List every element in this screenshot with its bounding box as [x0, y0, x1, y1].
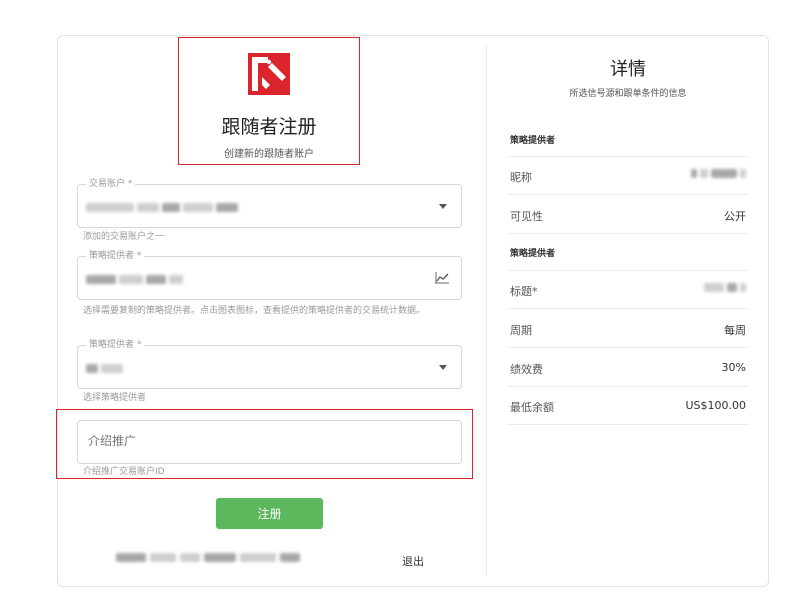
highlight-box-referral: [56, 409, 473, 479]
chevron-down-icon[interactable]: [439, 204, 447, 209]
section-label-provider-2: 策略提供者: [510, 249, 556, 259]
logout-link[interactable]: 退出: [402, 553, 424, 569]
section-label-provider: 策略提供者: [510, 136, 556, 146]
row-label: 昵称: [510, 171, 532, 184]
detail-row-performance-fee: 绩效费 30%: [508, 349, 748, 387]
strategy-provider-select-value: [86, 361, 123, 375]
row-value: 30%: [721, 361, 746, 374]
strategy-provider-select-label: 策略提供者 *: [86, 339, 145, 351]
account-info: [116, 553, 300, 562]
trading-account-label: 交易账户 *: [86, 178, 136, 190]
strategy-provider-value: [86, 272, 183, 286]
details-title: 详情: [610, 59, 646, 80]
detail-row-period: 周期 每周: [508, 310, 748, 348]
strategy-provider-label: 策略提供者 *: [86, 250, 145, 262]
detail-row-nickname: 昵称: [508, 157, 748, 195]
detail-row-visibility: 可见性 公开: [508, 196, 748, 234]
row-value: 公开: [724, 210, 746, 223]
detail-row-title: 标题*: [508, 271, 748, 309]
row-value-title: [704, 283, 746, 292]
row-value: 每周: [724, 324, 746, 337]
register-button[interactable]: 注册: [216, 498, 323, 529]
row-label: 标题*: [510, 285, 538, 298]
panel-divider: [486, 45, 487, 575]
strategy-provider-hint: 选择需要复制的策略提供者。点击图表图标，查看提供的策略提供者的交易统计数据。: [83, 306, 426, 316]
row-value-nickname: [691, 169, 746, 178]
trading-account-hint: 添加的交易账户之一: [83, 232, 165, 242]
strategy-provider-select[interactable]: 策略提供者 *: [77, 339, 462, 389]
row-label: 可见性: [510, 210, 543, 223]
detail-row-min-balance: 最低余额 US$100.00: [508, 387, 748, 425]
trading-account-value: [86, 200, 238, 214]
trading-account-select[interactable]: 交易账户 *: [77, 178, 462, 228]
strategy-provider-select-hint: 选择策略提供者: [83, 393, 147, 403]
row-label: 绩效费: [510, 363, 543, 376]
row-value: US$100.00: [685, 399, 746, 412]
details-subtitle: 所选信号源和跟单条件的信息: [569, 89, 687, 99]
row-label: 最低余额: [510, 401, 554, 414]
chevron-down-icon[interactable]: [439, 365, 447, 370]
highlight-box-header: [178, 37, 360, 165]
chart-icon[interactable]: [435, 272, 449, 284]
row-label: 周期: [510, 324, 532, 337]
strategy-provider-input[interactable]: 策略提供者 *: [77, 250, 462, 300]
